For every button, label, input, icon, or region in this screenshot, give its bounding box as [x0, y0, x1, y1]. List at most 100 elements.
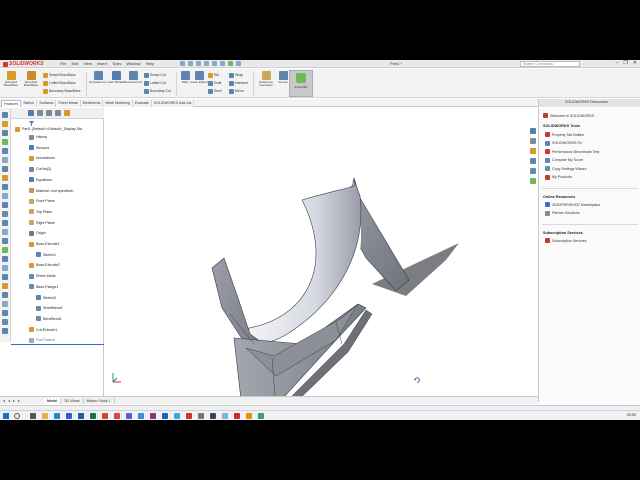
vlc-app-icon[interactable] [246, 413, 252, 419]
tree-item[interactable]: Right Plane [29, 220, 55, 226]
instant2d-icon[interactable] [2, 247, 8, 253]
boundary-cut-button[interactable]: Boundary Cut [144, 88, 171, 94]
tab-surfaces[interactable]: Surfaces [37, 100, 57, 107]
sketch-icon[interactable] [2, 112, 8, 118]
menu-insert[interactable]: Insert [97, 61, 107, 66]
shell-button[interactable]: Shell [208, 88, 222, 94]
powerpoint-app-icon[interactable] [102, 413, 108, 419]
tree-item[interactable]: Cut list(3) [29, 166, 51, 172]
quick-snaps-icon[interactable] [2, 229, 8, 235]
menu-view[interactable]: View [83, 61, 92, 66]
taskbar-clock[interactable]: 09:59 [627, 413, 636, 417]
options-icon[interactable] [236, 61, 241, 66]
tree-item[interactable]: Flat-Pattern [29, 337, 55, 343]
slot-icon[interactable] [2, 310, 8, 316]
repair-icon[interactable] [2, 220, 8, 226]
mail-app-icon[interactable] [66, 413, 72, 419]
tab-model[interactable]: Model [44, 398, 62, 404]
tree-item[interactable]: Top Plane [29, 209, 52, 215]
restore-icon[interactable]: ❐ [623, 61, 627, 66]
chrome-app-icon[interactable] [114, 413, 120, 419]
boundary-boss-button[interactable]: Boundary Boss/Base [43, 88, 81, 94]
tree-item[interactable]: Sketch3 [36, 295, 56, 301]
relations-icon[interactable] [2, 211, 8, 217]
menu-file[interactable]: File [60, 61, 66, 66]
prev-tab-icon[interactable]: ◂ [8, 398, 10, 403]
tools-link[interactable]: Copy Settings Wizard [545, 166, 587, 171]
tab-evaluate[interactable]: Evaluate [132, 100, 152, 107]
undo-icon[interactable] [212, 61, 217, 66]
dimxpert-tab-icon[interactable] [55, 110, 61, 116]
tab-sheet-metal[interactable]: Sheet Metal [56, 100, 81, 107]
mirror-button[interactable]: Mirror [229, 88, 244, 94]
word-app-icon[interactable] [78, 413, 84, 419]
polygon-icon[interactable] [2, 319, 8, 325]
point-icon[interactable] [2, 292, 8, 298]
display-manager-tab-icon[interactable] [64, 110, 70, 116]
draft-button[interactable]: Draft [208, 80, 221, 86]
calculator-app-icon[interactable] [210, 413, 216, 419]
feature-tree-tab-icon[interactable] [28, 110, 34, 116]
text-icon[interactable] [2, 283, 8, 289]
tree-item[interactable]: Sensors [29, 145, 49, 151]
excel-app-icon[interactable] [90, 413, 96, 419]
tree-item[interactable]: Annotations [29, 155, 55, 161]
onenote-app-icon[interactable] [150, 413, 156, 419]
configuration-manager-tab-icon[interactable] [46, 110, 52, 116]
windows-start-icon[interactable] [3, 413, 9, 419]
task-view-icon[interactable] [30, 413, 36, 419]
convert-entities-icon[interactable] [2, 274, 8, 280]
menu-tools[interactable]: Tools [112, 61, 121, 66]
solidworks-logo[interactable]: SOLIDWORKS [3, 61, 43, 67]
menu-help[interactable]: Help [146, 61, 154, 66]
acrobat-app-icon[interactable] [234, 413, 240, 419]
tree-item[interactable]: BendBend1 [36, 316, 62, 322]
tools-link[interactable]: My Products [545, 174, 572, 180]
smart-dimension-icon[interactable] [2, 121, 8, 127]
select-icon[interactable] [220, 61, 225, 66]
tree-item[interactable]: Equations [29, 177, 52, 183]
tools-link[interactable]: SOLIDWORKS Rx [545, 140, 582, 146]
taskbar-search-icon[interactable] [14, 413, 20, 419]
paint-app-icon[interactable] [258, 413, 264, 419]
new-icon[interactable] [180, 61, 185, 66]
menu-window[interactable]: Window [126, 61, 140, 66]
file-explorer-app-icon[interactable] [42, 413, 48, 419]
graphics-area[interactable] [104, 108, 528, 420]
subscription-link[interactable]: Subscription Services [545, 238, 587, 243]
trim-icon[interactable] [2, 175, 8, 181]
next-tab-icon[interactable]: ▸ [13, 398, 15, 403]
tab-features[interactable]: Features [1, 100, 22, 107]
tree-item[interactable]: Origin [29, 230, 46, 236]
rebuild-icon[interactable] [228, 61, 233, 66]
last-tab-icon[interactable]: ▸ [18, 398, 20, 403]
settings-app-icon[interactable] [198, 413, 204, 419]
online-link[interactable]: Partner Solutions [545, 210, 580, 216]
property-manager-tab-icon[interactable] [37, 110, 43, 116]
tree-item[interactable]: Sheet-Metal [29, 273, 55, 279]
extruded-boss-button[interactable]: Extruded Boss/Base [1, 71, 21, 88]
swept-boss-button[interactable]: Swept Boss/Base [43, 72, 76, 78]
tab-motion-study[interactable]: Motion Study 1 [84, 398, 115, 404]
save-icon[interactable] [196, 61, 201, 66]
online-link[interactable]: 3DEXPERIENCE Marketplace [545, 202, 600, 207]
solidworks-app-icon[interactable] [186, 413, 192, 419]
tools-link[interactable]: Performance Benchmark Test [545, 149, 599, 154]
first-tab-icon[interactable]: ◂ [3, 398, 5, 403]
rectangle-icon[interactable] [2, 139, 8, 145]
tree-item[interactable]: Material <not specified> [29, 188, 74, 194]
move-entities-icon[interactable] [2, 265, 8, 271]
tab-mesh-modeling[interactable]: Mesh Modeling [103, 100, 133, 107]
mirror-entities-icon[interactable] [2, 193, 8, 199]
arc-icon[interactable] [2, 157, 8, 163]
centerline-icon[interactable] [2, 301, 8, 307]
tree-root[interactable]: Part1 (Default<<Default>_Display Sta [15, 126, 82, 132]
linear-pattern-button[interactable]: Linear Pattern [189, 71, 209, 84]
photos-app-icon[interactable] [174, 413, 180, 419]
menu-edit[interactable]: Edit [71, 61, 78, 66]
teams-app-icon[interactable] [126, 413, 132, 419]
lofted-boss-button[interactable]: Lofted Boss/Base [43, 80, 76, 86]
line-icon[interactable] [2, 130, 8, 136]
revolved-cut-button[interactable]: Revolved Cut [123, 71, 143, 84]
revolved-boss-button[interactable]: Revolved Boss/Base [21, 71, 41, 88]
